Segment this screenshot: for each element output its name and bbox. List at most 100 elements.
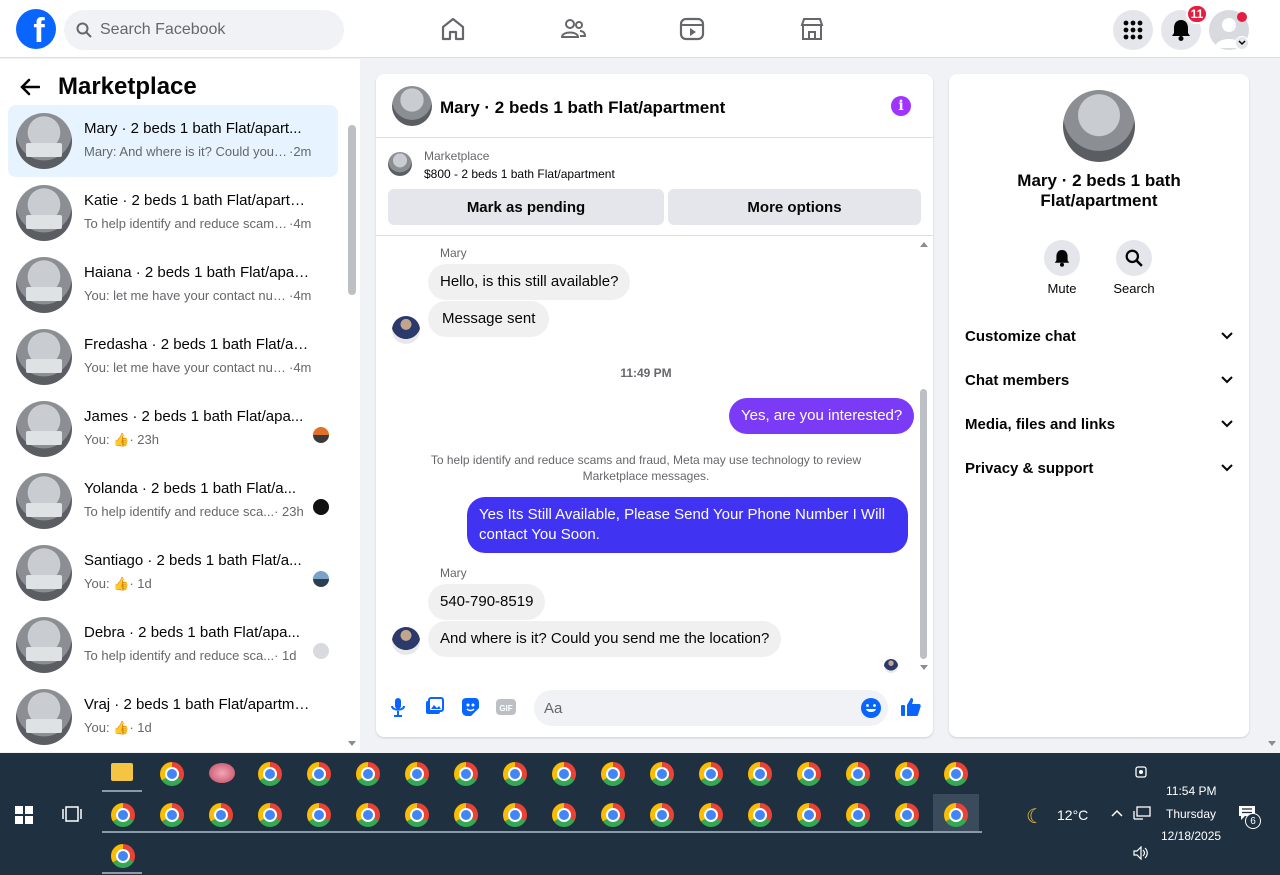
sidebar-scroll-down-icon[interactable] [347,740,357,748]
outgoing-message[interactable]: Yes Its Still Available, Please Send You… [467,497,908,553]
marketplace-icon[interactable] [798,15,826,43]
mute-action[interactable]: Mute [1032,240,1092,296]
network-icon[interactable] [1133,806,1151,820]
chrome-icon[interactable] [258,803,282,827]
chrome-icon[interactable] [111,803,135,827]
incoming-message[interactable]: And where is it? Could you send me the l… [428,621,782,657]
account-chevron-icon[interactable] [1235,36,1249,50]
mark-pending-button[interactable]: Mark as pending [388,189,664,225]
chrome-icon[interactable] [405,762,429,786]
chat-avatar[interactable] [392,86,432,126]
conversation-item[interactable]: Vraj · 2 beds 1 bath Flat/apartme... You… [8,681,338,753]
clock-time[interactable]: 11:54 PM [1166,784,1216,798]
chrome-icon[interactable] [797,803,821,827]
privacy-support-row[interactable]: Privacy & support [965,446,1233,490]
incoming-message[interactable]: Message sent [428,301,550,337]
chrome-icon[interactable] [650,803,674,827]
gif-icon[interactable]: GIF [495,696,517,718]
sidebar-scrollbar[interactable] [348,125,356,295]
app-icon[interactable] [209,763,235,783]
moon-weather-icon[interactable]: ☾ [1026,804,1044,829]
search-action[interactable]: Search [1104,240,1164,296]
chrome-icon[interactable] [503,762,527,786]
conversation-item[interactable]: James · 2 beds 1 bath Flat/apa... You: 👍… [8,393,338,465]
task-view-icon[interactable] [62,805,82,823]
meet-now-icon[interactable] [1134,765,1148,779]
incoming-message[interactable]: Hello, is this still available? [428,264,631,300]
page-scroll-down-icon[interactable] [1267,740,1277,748]
outgoing-message[interactable]: Yes, are you interested? [729,398,915,434]
chrome-icon[interactable] [454,762,478,786]
chrome-icon[interactable] [552,762,576,786]
conversation-item[interactable]: Fredasha · 2 beds 1 bath Flat/ap... You:… [8,321,338,393]
conversation-item[interactable]: Mary · 2 beds 1 bath Flat/apart... Mary:… [8,105,338,177]
chat-scrollbar[interactable] [920,389,927,659]
chrome-icon[interactable] [503,803,527,827]
conversation-item[interactable]: Yolanda · 2 beds 1 bath Flat/a... To hel… [8,465,338,537]
chrome-icon[interactable] [895,803,919,827]
chat-avatar-large[interactable] [1063,90,1135,162]
chrome-icon[interactable] [405,803,429,827]
chrome-icon[interactable] [111,844,135,868]
message-input[interactable] [544,690,844,726]
chevron-up-icon[interactable] [1111,809,1123,817]
conversation-item[interactable]: Haiana · 2 beds 1 bath Flat/apart... You… [8,249,338,321]
search-input[interactable] [100,21,320,39]
chrome-icon[interactable] [258,762,282,786]
video-icon[interactable] [678,15,706,43]
file-explorer-icon[interactable] [111,763,133,781]
back-arrow-icon[interactable] [20,78,40,96]
conversation-item[interactable]: Debra · 2 beds 1 bath Flat/apa... To hel… [8,609,338,681]
scroll-up-arrow-icon[interactable] [919,240,929,248]
chrome-icon[interactable] [160,803,184,827]
chrome-icon[interactable] [895,762,919,786]
chrome-icon[interactable] [601,803,625,827]
sticker-icon[interactable] [459,696,481,718]
customize-chat-row[interactable]: Customize chat [965,314,1233,358]
chrome-icon[interactable] [699,762,723,786]
sender-avatar[interactable] [392,627,420,655]
search-box[interactable] [64,10,344,50]
windows-start-icon[interactable] [15,806,33,824]
scroll-down-arrow-icon[interactable] [919,664,929,672]
chrome-icon[interactable] [356,803,380,827]
listing-thumbnail[interactable] [388,152,412,176]
info-icon[interactable]: i [891,96,911,116]
chrome-icon[interactable] [748,803,772,827]
chat-members-row[interactable]: Chat members [965,358,1233,402]
chrome-icon[interactable] [601,762,625,786]
chat-title[interactable]: Mary · 2 beds 1 bath Flat/apartment [440,98,725,118]
chrome-icon[interactable] [454,803,478,827]
chrome-icon[interactable] [209,803,233,827]
listing-price[interactable]: $800 - 2 beds 1 bath Flat/apartment [424,167,615,181]
emoji-icon[interactable] [860,697,882,719]
conversation-item[interactable]: Katie · 2 beds 1 bath Flat/apartm... To … [8,177,338,249]
chrome-icon[interactable] [552,803,576,827]
home-icon[interactable] [439,15,467,43]
message-input-box[interactable] [534,690,888,726]
sender-avatar[interactable] [392,316,420,344]
clock-day[interactable]: Thursday [1166,807,1216,821]
chrome-icon[interactable] [846,803,870,827]
facebook-logo-icon[interactable]: f [16,9,56,49]
more-options-button[interactable]: More options [668,189,921,225]
chrome-icon[interactable] [797,762,821,786]
chrome-icon[interactable] [307,762,331,786]
chrome-icon[interactable] [944,803,968,827]
menu-button[interactable] [1113,10,1153,50]
photo-icon[interactable] [423,696,445,718]
incoming-message[interactable]: 540-790-8519 [428,584,546,620]
chrome-icon[interactable] [748,762,772,786]
thumbs-up-icon[interactable] [899,695,923,719]
microphone-icon[interactable] [387,696,409,718]
media-files-row[interactable]: Media, files and links [965,402,1233,446]
chrome-icon[interactable] [846,762,870,786]
chrome-icon[interactable] [944,762,968,786]
chrome-icon[interactable] [307,803,331,827]
chrome-icon[interactable] [699,803,723,827]
chrome-icon[interactable] [650,762,674,786]
chrome-icon[interactable] [160,762,184,786]
conversation-item[interactable]: Santiago · 2 beds 1 bath Flat/a... You: … [8,537,338,609]
clock-date[interactable]: 12/18/2025 [1161,829,1221,843]
volume-icon[interactable] [1133,846,1149,860]
